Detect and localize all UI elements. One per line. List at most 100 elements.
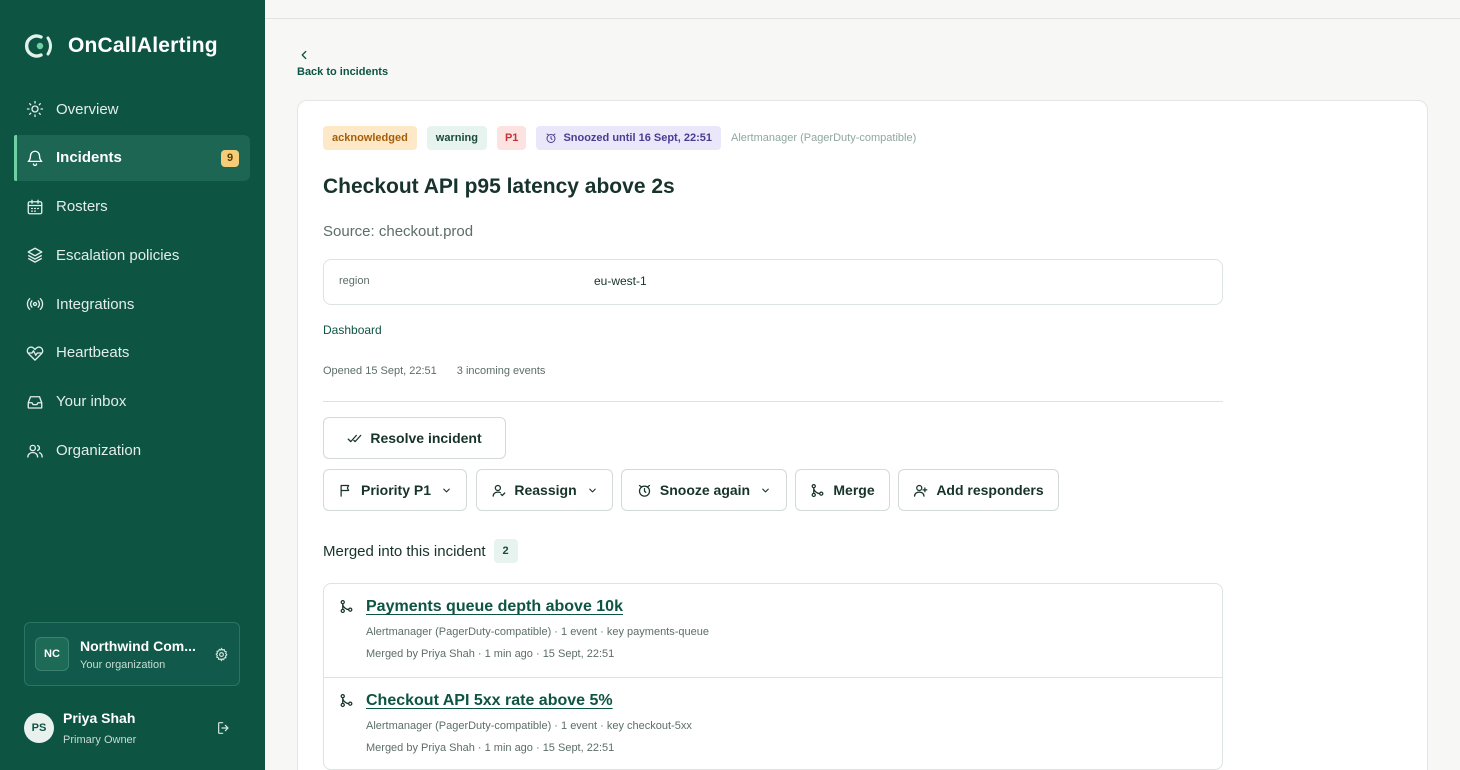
sidebar-item-label: Heartbeats <box>56 344 130 362</box>
button-label: Merge <box>833 482 875 498</box>
sidebar: OnCallAlerting Overview Incidents 9 Rost… <box>0 0 265 770</box>
sidebar-item-integrations[interactable]: Integrations <box>14 281 250 327</box>
list-item: Checkout API 5xx rate above 5% Alertmana… <box>324 677 1222 769</box>
sidebar-item-your-inbox[interactable]: Your inbox <box>14 379 250 425</box>
incident-meta: Opened 15 Sept, 22:51 3 incoming events <box>323 365 545 377</box>
double-check-icon <box>347 434 362 442</box>
incident-card: acknowledged warning P1 Snoozed until 16… <box>297 100 1428 770</box>
list-item: Payments queue depth above 10k Alertmana… <box>324 584 1222 677</box>
sidebar-item-label: Escalation policies <box>56 246 180 264</box>
alarm-clock-icon <box>638 484 650 497</box>
brand-logo-icon <box>24 34 52 58</box>
merged-incident-merged-by: Merged by Priya Shah · 1 min ago · 15 Se… <box>366 648 615 660</box>
snooze-badge: Snoozed until 16 Sept, 22:51 <box>536 126 721 150</box>
button-label: Add responders <box>936 482 1044 498</box>
user-role: Primary Owner <box>63 734 137 746</box>
button-label: Reassign <box>514 482 577 498</box>
sidebar-item-label: Overview <box>56 100 119 118</box>
sidebar-nav: Overview Incidents 9 Rosters Escalation … <box>14 86 250 476</box>
status-badge: acknowledged <box>323 126 417 150</box>
back-label: Back to incidents <box>297 66 389 78</box>
organization-switcher[interactable]: NC Northwind Com... Your organization <box>24 622 240 686</box>
merge-button[interactable]: Merge <box>795 469 890 511</box>
reassign-dropdown[interactable]: Reassign <box>476 469 613 511</box>
button-label: Resolve incident <box>370 430 482 446</box>
back-to-incidents-link[interactable]: Back to incidents <box>297 48 388 78</box>
add-responders-button[interactable]: Add responders <box>898 469 1059 511</box>
incident-source: Source: checkout.prod <box>323 223 474 240</box>
snooze-again-dropdown[interactable]: Snooze again <box>621 469 787 511</box>
sidebar-item-label: Rosters <box>56 198 108 216</box>
sidebar-item-incidents[interactable]: Incidents 9 <box>14 134 250 181</box>
git-merge-icon <box>811 483 824 497</box>
logout-icon[interactable] <box>216 720 232 736</box>
avatar[interactable]: PS <box>24 713 54 743</box>
brand-name: OnCallAlerting <box>68 34 218 57</box>
incident-badges: acknowledged warning P1 Snoozed until 16… <box>323 126 916 150</box>
sidebar-item-escalation-policies[interactable]: Escalation policies <box>14 232 250 278</box>
dashboard-link[interactable]: Dashboard <box>323 323 382 337</box>
chevron-down-icon <box>762 488 769 492</box>
radio-icon <box>26 298 44 311</box>
merged-incident-merged-by: Merged by Priya Shah · 1 min ago · 15 Se… <box>366 742 615 754</box>
users-icon <box>27 444 43 458</box>
merged-incidents-list: Payments queue depth above 10k Alertmana… <box>323 583 1223 770</box>
calendar-icon <box>27 199 43 215</box>
git-merge-icon <box>340 693 353 708</box>
user-plus-icon <box>914 484 928 497</box>
merged-count-badge: 2 <box>493 539 518 563</box>
resolve-incident-button[interactable]: Resolve incident <box>323 417 506 459</box>
sidebar-item-label: Your inbox <box>56 393 127 411</box>
alarm-clock-icon <box>546 133 556 143</box>
gear-icon[interactable] <box>214 646 229 662</box>
inbox-icon <box>27 395 43 409</box>
source-integration-label: Alertmanager (PagerDuty-compatible) <box>730 132 917 144</box>
merged-incident-link[interactable]: Checkout API 5xx rate above 5% <box>366 692 613 710</box>
incoming-events-count: 3 incoming events <box>456 365 546 377</box>
incident-labels: region eu-west-1 <box>323 259 1223 305</box>
priority-badge: P1 <box>496 126 527 150</box>
merged-section-title: Merged into this incident <box>323 542 486 560</box>
org-avatar: NC <box>35 637 69 671</box>
user-icon <box>492 484 506 497</box>
git-merge-icon <box>340 599 353 614</box>
severity-badge: warning <box>426 126 487 150</box>
sidebar-item-label: Integrations <box>56 295 135 313</box>
sidebar-item-overview[interactable]: Overview <box>14 86 250 132</box>
user-profile: PS Priya Shah Primary Owner <box>24 700 240 756</box>
top-bar <box>265 0 1460 19</box>
org-name: Northwind Com... <box>80 637 196 654</box>
org-text: Northwind Com... Your organization <box>80 638 214 671</box>
chevron-left-icon <box>301 50 307 60</box>
sidebar-item-organization[interactable]: Organization <box>14 428 250 474</box>
brand[interactable]: OnCallAlerting <box>24 32 218 60</box>
sidebar-item-label: Incidents <box>56 149 122 167</box>
sidebar-item-heartbeats[interactable]: Heartbeats <box>14 330 250 376</box>
org-subtitle: Your organization <box>80 658 166 671</box>
layers-icon <box>27 247 43 264</box>
user-name: Priya Shah <box>63 710 136 726</box>
divider <box>323 401 1223 402</box>
label-key: region <box>339 275 370 287</box>
merged-incident-details: Alertmanager (PagerDuty-compatible) · 1 … <box>366 720 692 732</box>
snooze-badge-label: Snoozed until 16 Sept, 22:51 <box>563 132 712 144</box>
priority-dropdown[interactable]: Priority P1 <box>323 469 467 511</box>
merged-incident-link[interactable]: Payments queue depth above 10k <box>366 598 623 616</box>
sidebar-item-label: Organization <box>56 442 142 460</box>
label-value: eu-west-1 <box>594 274 647 288</box>
button-label: Snooze again <box>659 482 751 498</box>
heart-pulse-icon <box>26 346 44 361</box>
chevron-down-icon <box>443 488 450 492</box>
chevron-down-icon <box>588 488 596 492</box>
page-title: Checkout API p95 latency above 2s <box>323 175 675 198</box>
button-label: Priority P1 <box>360 482 432 498</box>
user-text: Priya Shah Primary Owner <box>63 710 216 746</box>
merged-incident-details: Alertmanager (PagerDuty-compatible) · 1 … <box>366 626 709 638</box>
merged-section-header: Merged into this incident 2 <box>323 539 518 563</box>
opened-timestamp: Opened 15 Sept, 22:51 <box>323 365 437 377</box>
incidents-count-badge: 9 <box>221 149 239 167</box>
bell-icon <box>27 150 43 166</box>
sidebar-item-rosters[interactable]: Rosters <box>14 184 250 230</box>
flag-icon <box>340 484 350 497</box>
sun-icon <box>26 100 44 118</box>
